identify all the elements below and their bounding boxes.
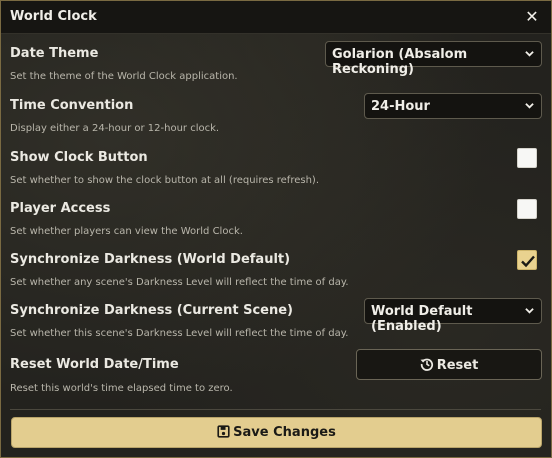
history-icon bbox=[420, 358, 433, 371]
sync-darkness-scene-label: Synchronize Darkness (Current Scene) bbox=[10, 303, 293, 318]
checkmark-icon bbox=[521, 255, 535, 268]
time-convention-hint: Display either a 24-hour or 12-hour cloc… bbox=[10, 123, 220, 134]
sync-darkness-world-hint: Set whether any scene's Darkness Level w… bbox=[10, 277, 349, 288]
time-convention-label: Time Convention bbox=[10, 98, 134, 113]
date-theme-label: Date Theme bbox=[10, 46, 99, 61]
player-access-hint: Set whether players can view the World C… bbox=[10, 226, 243, 237]
setting-sync-darkness-world: Synchronize Darkness (World Default) Set… bbox=[10, 251, 541, 293]
date-theme-hint: Set the theme of the World Clock applica… bbox=[10, 71, 238, 82]
time-convention-select[interactable]: 24-Hour bbox=[364, 93, 542, 119]
show-clock-button-checkbox[interactable] bbox=[517, 148, 537, 168]
setting-player-access: Player Access Set whether players can vi… bbox=[10, 200, 541, 242]
chevron-down-icon bbox=[525, 308, 534, 314]
show-clock-button-label: Show Clock Button bbox=[10, 150, 148, 165]
show-clock-button-hint: Set whether to show the clock button at … bbox=[10, 175, 319, 186]
close-icon[interactable]: ✕ bbox=[524, 8, 540, 26]
reset-button-label: Reset bbox=[436, 358, 479, 373]
player-access-label: Player Access bbox=[10, 201, 111, 216]
setting-show-clock-button: Show Clock Button Set whether to show th… bbox=[10, 149, 541, 191]
sync-darkness-scene-hint: Set whether this scene's Darkness Level … bbox=[10, 328, 349, 339]
date-theme-select[interactable]: Golarion (Absalom Reckoning) bbox=[325, 41, 542, 77]
time-convention-value: 24-Hour bbox=[371, 99, 430, 114]
reset-button[interactable]: Reset bbox=[356, 349, 542, 380]
footer-divider bbox=[10, 409, 541, 410]
world-clock-window: World Clock ✕ Date Theme Set the theme o… bbox=[0, 0, 552, 458]
reset-world-date-label: Reset World Date/Time bbox=[10, 357, 179, 372]
save-changes-button[interactable]: Save Changes bbox=[11, 417, 542, 448]
chevron-down-icon bbox=[525, 103, 534, 109]
window-title: World Clock bbox=[10, 9, 97, 24]
sync-darkness-world-label: Synchronize Darkness (World Default) bbox=[10, 252, 291, 267]
reset-world-date-hint: Reset this world's time elapsed time to … bbox=[10, 383, 233, 394]
sync-darkness-world-checkbox[interactable] bbox=[517, 250, 537, 270]
player-access-checkbox[interactable] bbox=[517, 199, 537, 219]
window-titlebar[interactable]: World Clock ✕ bbox=[1, 1, 551, 34]
save-icon bbox=[217, 425, 230, 438]
chevron-down-icon bbox=[525, 51, 534, 57]
sync-darkness-scene-select[interactable]: World Default (Enabled) bbox=[364, 298, 542, 334]
save-changes-label: Save Changes bbox=[233, 425, 336, 440]
